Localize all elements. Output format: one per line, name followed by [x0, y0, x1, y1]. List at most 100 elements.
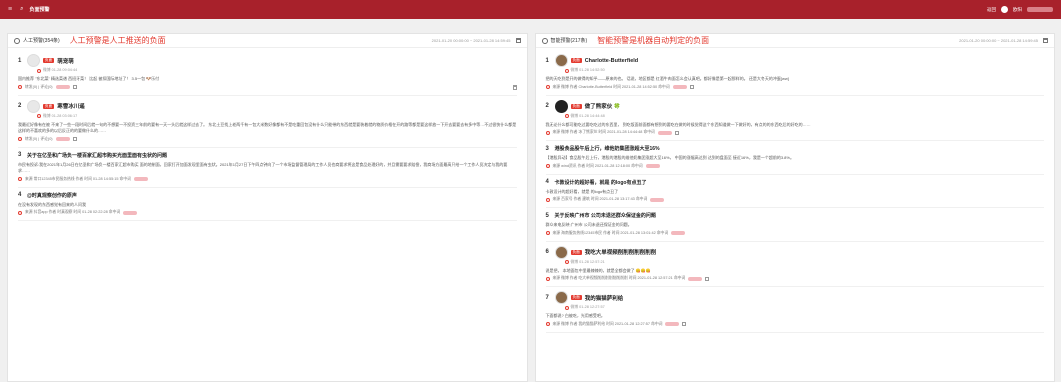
list-item[interactable]: 6 负面 我吃大单视频削削削削削削削 微博 01-28 12:57:21 说是把， 本地… [545, 242, 1044, 287]
item-title[interactable]: 关于在亿圣和广场负一楼百家汇超市购买光面里面有虫状的问题 [27, 152, 167, 159]
item-body: 我最近好像有在被 不来了一些一段时间后就一句的不想要一不投资三年前的要有一天一头… [18, 121, 517, 134]
item-number: 4 [545, 179, 549, 185]
avatar[interactable] [27, 54, 40, 67]
return-link[interactable]: 返回 [987, 7, 996, 13]
list-item[interactable]: 5 关于反映广州市 公司未退还群众保证金的问题 群众来电反映:广州市 公司未退还保证… [545, 208, 1044, 242]
list-item[interactable]: 3 关于在亿圣和广场负一楼百家汇超市购买光面里面有虫状的问题 市民有投诉:我在202… [18, 148, 517, 188]
avatar[interactable] [554, 291, 568, 304]
source-icon [564, 305, 569, 310]
list-item[interactable]: 7 负面 我的猫猫萨利给 微博 01-28 12:27:57 下面都说? 白被吃，光用… [545, 287, 1044, 333]
item-title[interactable]: 寒雪冰川遥 [57, 102, 85, 110]
source-icon [545, 276, 550, 281]
item-meta: 转发(0) | 评论(0) [25, 84, 53, 89]
source-icon [564, 114, 569, 118]
item-number: 7 [545, 294, 549, 301]
item-number: 2 [18, 103, 22, 109]
negative-badge: 负面 [570, 103, 582, 109]
calendar-icon[interactable] [1043, 38, 1048, 43]
alert-icon [541, 37, 548, 44]
panel-annotation: 智能预警是机器自动判定的负面 [597, 36, 710, 45]
item-body: 说是把， 本地面包中里最辣辣的，就是全都会做了 😋😋😋 [545, 267, 651, 273]
page-title: 负面预警 [29, 7, 50, 13]
manual-alert-panel: 人工预警(354条) 人工预警是人工推送的负面 2021-01-20 00:00… [7, 33, 528, 382]
item-title[interactable]: 港股食品股午后上行，维他奶集团涨超大至16% [555, 145, 660, 152]
item-number: 2 [545, 103, 549, 109]
source-icon [564, 68, 569, 73]
source-icon [564, 260, 569, 264]
item-meta: 来源 百家号 作者 建筑 时间 2021-01-28 13:17:43 命中词 [552, 197, 648, 201]
item-body: 我无论什么都可能吃过要吃吃过的东西里， 到吃饭面前面都有想到的要吃在做的时候觉得… [545, 121, 811, 127]
item-body: 国内推荐 "东北菜" 精选菜谱 西班牙菜！ 比起 被扣国际地址了！ 3.5一包 … [18, 76, 160, 81]
date-range[interactable]: 2021-01-20 00:00:00 ~ 2021-01-28 14:59:4… [432, 38, 511, 43]
item-meta: 来源 微博 作者 吃大单视频削削削削削削削削 时间 2021-01-28 12:… [552, 276, 686, 280]
list-item[interactable]: 4 @时真观察创作的原声 在没有发现的东西感觉有回来的人问我 来源 抖音app 作者… [18, 188, 517, 221]
source-icon [37, 68, 41, 73]
item-title[interactable]: @时真观察创作的原声 [27, 192, 77, 199]
item-body: 在没有发现的东西感觉有回来的人问我 [18, 201, 86, 207]
hit-word-redacted [55, 137, 70, 141]
top-bar: ≡ ⌕ 负面预警 返回 欧阳 [0, 0, 1061, 19]
item-source-time: 微博 01-28 12:27:57 [570, 305, 605, 309]
list-item[interactable]: 3 港股食品股午后上行，维他奶集团涨超大至16% 【港股异动】食品股午后上行，港股的… [545, 141, 1044, 175]
checkbox[interactable] [682, 322, 687, 326]
item-body: 群众来电反映:广州市 公司未退还保证金的问题。 [545, 222, 632, 227]
search-icon[interactable]: ⌕ [20, 6, 23, 13]
item-meta: 来源 抖音app 作者 时真观察 时间 01-28 02:22:28 命中词 [25, 210, 121, 214]
item-title[interactable]: 我吃大单视频削削削削削削削 [585, 248, 657, 256]
negative-badge: 负面 [43, 103, 55, 109]
item-title[interactable]: 做了熊家伙 🍀 [585, 102, 621, 110]
delete-icon[interactable] [512, 84, 517, 90]
list-item[interactable]: 1 负面 Charlotte-Butterfield 微博 01-28 14:52:5… [545, 50, 1044, 96]
hit-word-redacted [645, 164, 660, 168]
alert-icon [14, 37, 20, 44]
user-avatar[interactable] [1001, 6, 1008, 13]
user-name[interactable]: 欧阳 [1013, 7, 1022, 13]
item-title[interactable]: 卡敦设计的超好看，就是 的logo有点丑了 [555, 179, 647, 186]
source-icon [18, 210, 22, 215]
calendar-icon[interactable] [515, 38, 521, 43]
list-item[interactable]: 2 负面 寒雪冰川遥 微博 01-28 03:06:17 我最近好像有在被 不来了一些一… [18, 96, 517, 148]
hit-word-redacted [657, 130, 672, 135]
checkbox[interactable] [674, 130, 679, 135]
hit-word-redacted [671, 231, 686, 235]
list-item[interactable]: 2 负面 做了熊家伙 🍀 微博 01-28 14:44:48 我无论什么都可能吃过要吃吃… [545, 96, 1044, 141]
source-icon [18, 137, 22, 141]
item-title[interactable]: 我的猫猫萨利给 [585, 294, 624, 302]
hit-word-redacted [133, 177, 148, 181]
item-source-time: 微博 01-28 14:52:50 [570, 68, 605, 72]
checkbox[interactable] [689, 85, 694, 89]
source-icon [18, 85, 22, 89]
item-meta: 来源 海南服务热线12345市民 作者 时间 2021-01-28 13:01:… [552, 230, 669, 235]
hit-word-redacted [672, 85, 687, 89]
negative-badge: 负面 [570, 58, 582, 63]
menu-icon[interactable]: ≡ [8, 6, 12, 13]
source-icon [545, 130, 550, 135]
panel-annotation: 人工预警是人工推送的负面 [69, 36, 166, 45]
avatar[interactable] [554, 245, 568, 259]
date-range[interactable]: 2021-01-20 00:00:00 ~ 2021-01-28 14:59:4… [959, 38, 1038, 43]
item-title[interactable]: 关于反映广州市 公司未退还群众保证金的问题 [555, 212, 656, 219]
avatar[interactable] [554, 99, 568, 113]
item-meta: 来源 微博 作者 Charlotte-Butterfield 时间 2021-0… [552, 84, 670, 89]
item-source-time: 微博 01-28 09:04:44 [43, 68, 78, 72]
source-icon [545, 164, 550, 168]
item-meta: 来源 微博 作者 冰了熊家伙 时间 2021-01-28 14:44:48 命中… [552, 130, 655, 134]
checkbox[interactable] [705, 276, 710, 281]
item-title[interactable]: 萌宠萌 [57, 57, 74, 65]
avatar[interactable] [27, 99, 40, 113]
checkbox[interactable] [72, 85, 77, 89]
source-icon [37, 114, 41, 118]
hit-word-redacted [650, 197, 665, 202]
source-icon [545, 231, 550, 235]
negative-badge: 负面 [570, 295, 582, 300]
list-item[interactable]: 4 卡敦设计的超好看，就是 的logo有点丑了 卡敦设计的超好看，就是 的logo有… [545, 175, 1044, 208]
item-source-time: 微博 01-28 14:44:48 [570, 113, 605, 118]
item-title[interactable]: Charlotte-Butterfield [585, 58, 638, 64]
item-meta: 转发(0) | 评论(0) [25, 136, 53, 141]
checkbox[interactable] [72, 137, 77, 141]
item-meta: 来源 微博 作者 我的猫猫萨利给 时间 2021-01-28 12:27:57 … [552, 321, 663, 326]
avatar[interactable] [554, 54, 568, 67]
hit-word-redacted [665, 322, 680, 326]
item-number: 3 [18, 152, 22, 158]
list-item[interactable]: 1 负面 萌宠萌 微博 01-28 09:04:44 国内推荐 "东北菜" 精选菜谱 西… [18, 50, 517, 96]
